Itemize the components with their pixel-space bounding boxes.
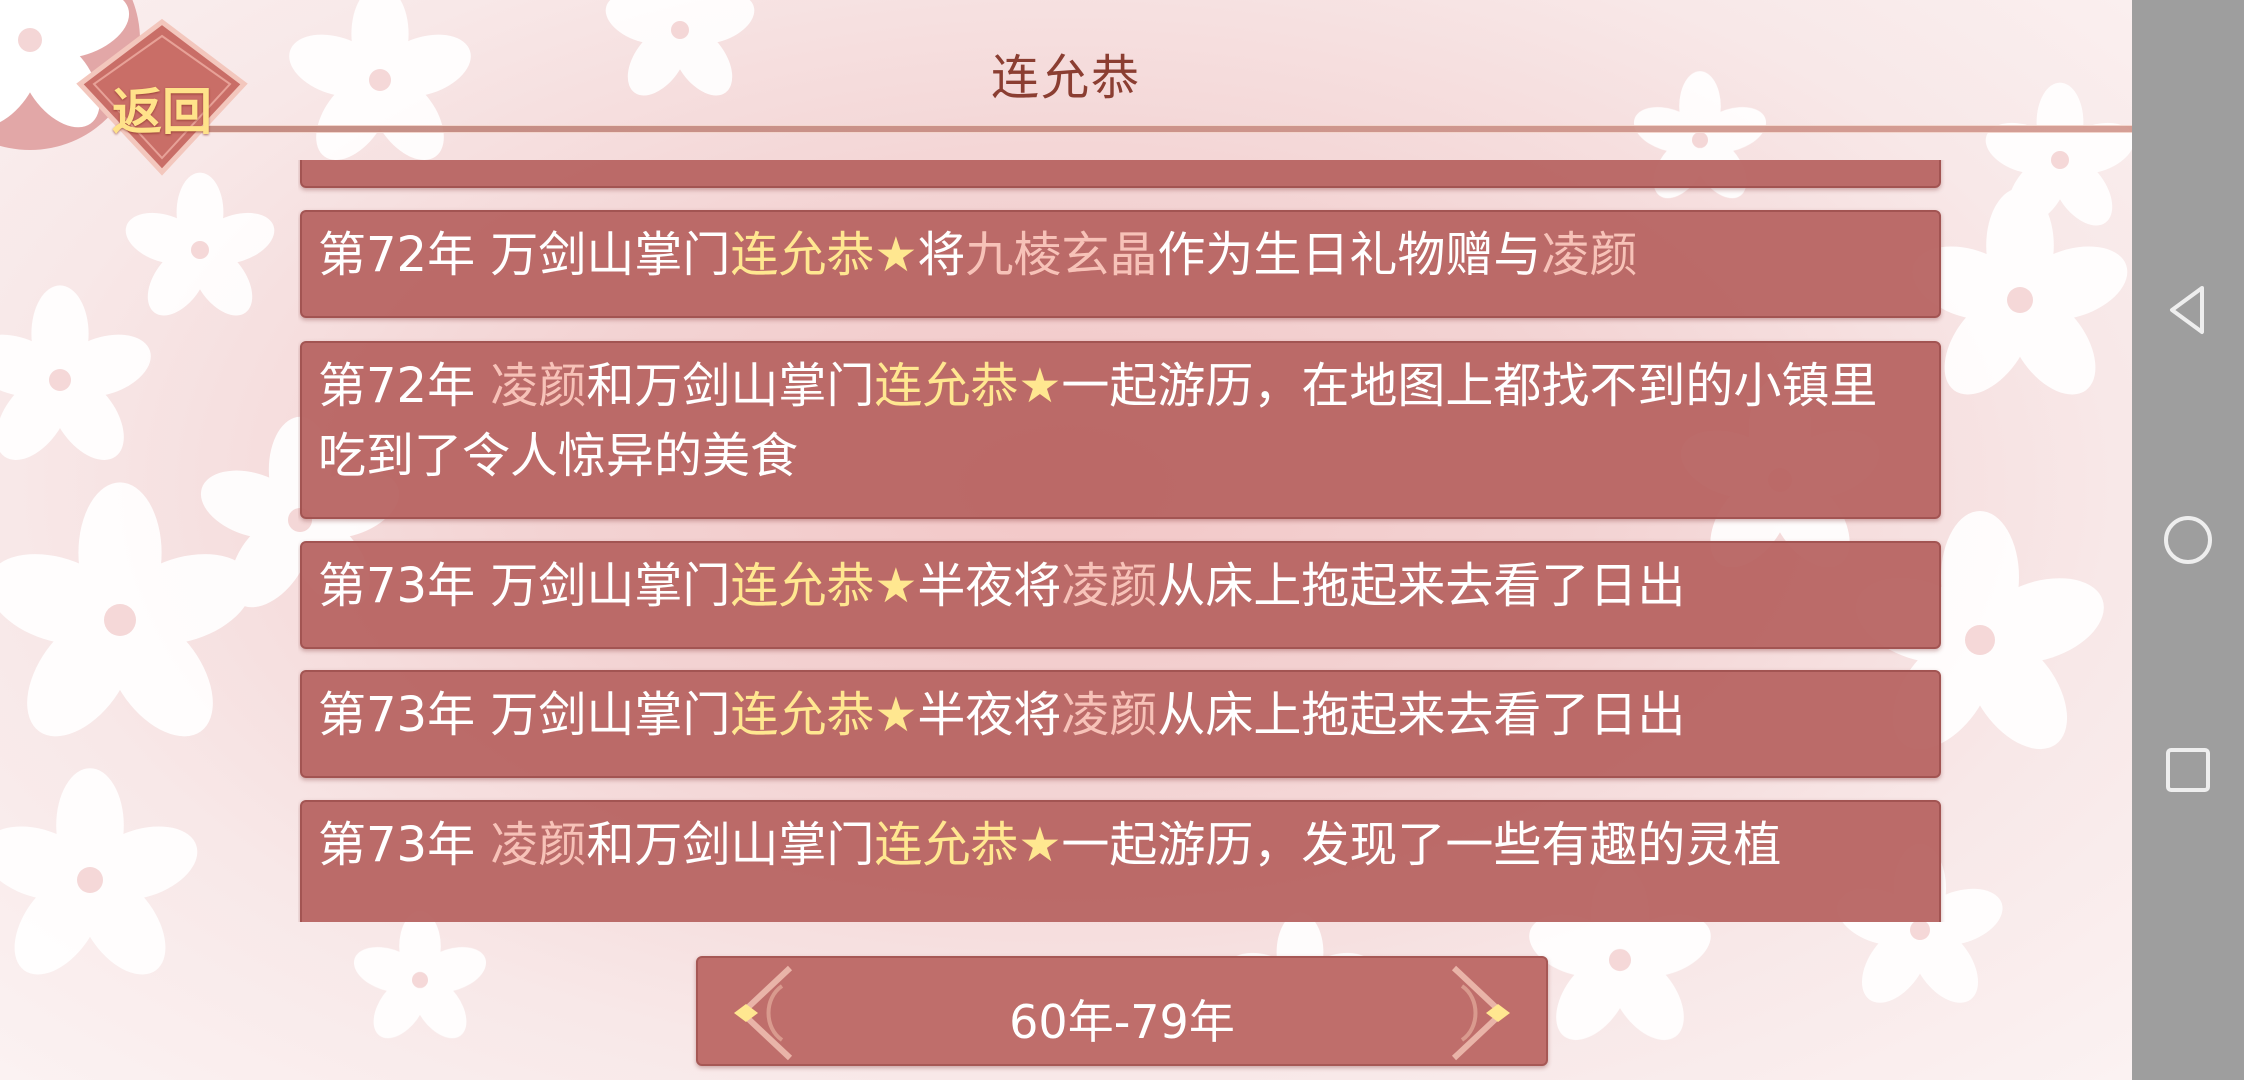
list-item[interactable]: 第73年 万剑山掌门连允恭★半夜将凌颜从床上拖起来去看了日出 [300, 541, 1941, 649]
entry-segment-star: ★ [874, 227, 918, 283]
entry-segment-plain: 第73年 万剑山掌门 [318, 687, 731, 743]
entry-segment-plain: 第72年 万剑山掌门 [318, 227, 731, 283]
nav-recents-button[interactable] [2158, 740, 2218, 800]
entry-segment-npc: 连允恭 [730, 687, 875, 743]
entry-segment-plain: 第73年 万剑山掌门 [318, 558, 731, 614]
entry-text: 第73年 万剑山掌门连允恭★半夜将凌颜从床上拖起来去看了日出 [318, 558, 1685, 614]
entry-segment-pc: 凌颜 [490, 358, 587, 414]
entry-segment-star: ★ [1018, 358, 1062, 414]
triangle-back-icon [2170, 286, 2204, 334]
entry-segment-plain: 半夜将 [917, 687, 1062, 743]
entry-segment-plain: 半夜将 [917, 558, 1062, 614]
circle-home-icon [2164, 516, 2212, 564]
entry-segment-pc: 凌颜 [1061, 558, 1158, 614]
next-era-button[interactable] [1432, 958, 1532, 1068]
entry-segment-star: ★ [874, 558, 918, 614]
entry-segment-plain: 第72年 [318, 358, 491, 414]
entry-segment-star: ★ [1018, 817, 1062, 873]
entry-text: 第72年 凌颜和万剑山掌门连允恭★一起游历，在地图上都找不到的小镇里吃到了令人惊… [318, 358, 1877, 484]
entry-segment-plain: 和万剑山掌门 [586, 817, 875, 873]
nav-home-button[interactable] [2158, 510, 2218, 570]
entry-segment-npc: 连允恭 [874, 817, 1019, 873]
entry-segment-plain: 一起游历，发现了一些有趣的灵植 [1061, 817, 1782, 873]
entry-segment-pc: 凌颜 [490, 817, 587, 873]
page-title: 连允恭 [990, 50, 1141, 106]
entry-segment-npc: 连允恭 [730, 558, 875, 614]
entry-segment-npc: 连允恭 [874, 358, 1019, 414]
entry-segment-star: ★ [874, 687, 918, 743]
list-item[interactable]: 第72年 万剑山掌门连允恭★将九棱玄晶作为生日礼物赠与凌颜 [300, 210, 1941, 318]
list-item-partial [300, 160, 1941, 188]
entry-text: 第73年 万剑山掌门连允恭★半夜将凌颜从床上拖起来去看了日出 [318, 687, 1685, 743]
era-selector: 60年-79年 [696, 956, 1548, 1066]
event-log-list[interactable]: 第72年 万剑山掌门连允恭★将九棱玄晶作为生日礼物赠与凌颜 第72年 凌颜和万剑… [298, 160, 1945, 922]
ornate-right-arrow-icon [1451, 965, 1510, 1061]
entry-text: 第73年 凌颜和万剑山掌门连允恭★一起游历，发现了一些有趣的灵植 [318, 817, 1781, 873]
android-nav-bar [2132, 0, 2244, 1080]
list-item[interactable]: 第73年 万剑山掌门连允恭★半夜将凌颜从床上拖起来去看了日出 [300, 670, 1941, 778]
entry-segment-plain: 从床上拖起来去看了日出 [1157, 558, 1686, 614]
entry-segment-plain: 将 [917, 227, 966, 283]
header-divider [160, 125, 2244, 133]
entry-segment-pc: 凌颜 [1061, 687, 1158, 743]
square-recents-icon [2166, 748, 2210, 792]
entry-segment-plain: 和万剑山掌门 [586, 358, 875, 414]
entry-text: 第72年 万剑山掌门连允恭★将九棱玄晶作为生日礼物赠与凌颜 [318, 227, 1637, 283]
entry-segment-pc: 凌颜 [1541, 227, 1638, 283]
list-item[interactable]: 第73年 凌颜和万剑山掌门连允恭★一起游历，发现了一些有趣的灵植 [300, 800, 1941, 922]
entry-segment-plain: 从床上拖起来去看了日出 [1157, 687, 1686, 743]
entry-segment-plain: 第73年 [318, 817, 491, 873]
back-label: 返回 [112, 83, 212, 141]
era-label: 60年-79年 [1009, 995, 1235, 1049]
entry-segment-npc: 连允恭 [730, 227, 875, 283]
list-item[interactable]: 第72年 凌颜和万剑山掌门连允恭★一起游历，在地图上都找不到的小镇里吃到了令人惊… [300, 341, 1941, 519]
nav-back-button[interactable] [2158, 280, 2218, 340]
back-button[interactable]: 返回 [72, 14, 252, 194]
entry-segment-item: 九棱玄晶 [965, 227, 1158, 283]
entry-segment-plain: 作为生日礼物赠与 [1157, 227, 1542, 283]
